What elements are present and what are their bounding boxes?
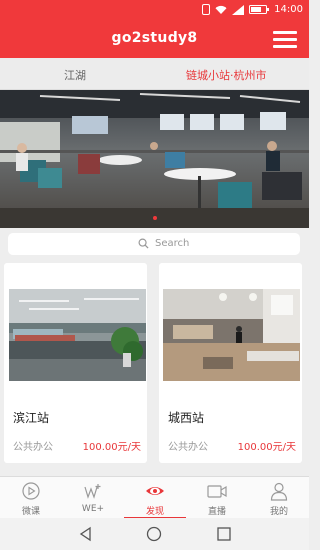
person-icon xyxy=(270,482,288,501)
space-price: 100.00元/天 xyxy=(237,442,296,453)
home-icon[interactable] xyxy=(146,526,162,542)
play-circle-icon xyxy=(22,482,40,500)
location-bar: 江湖 链城小站·杭州市 xyxy=(0,58,309,90)
space-type: 公共办公 xyxy=(168,442,208,453)
tab-label: 我的 xyxy=(269,507,288,517)
camera-icon xyxy=(207,485,227,498)
tab-discover[interactable]: 发现 xyxy=(124,477,186,519)
status-time: 14:00 xyxy=(274,4,303,15)
wifi-icon xyxy=(215,5,227,14)
search-input[interactable]: Search xyxy=(8,233,300,255)
space-name: 城西站 xyxy=(168,411,205,425)
tab-label: 发现 xyxy=(145,507,164,517)
search-placeholder: Search xyxy=(155,238,190,249)
carousel-indicator xyxy=(0,216,309,220)
app-header: go2study8 xyxy=(0,20,309,58)
tab-we-plus[interactable]: WE+ xyxy=(62,477,124,519)
banner-carousel[interactable] xyxy=(0,90,309,228)
recents-icon[interactable] xyxy=(216,526,232,542)
city-selector[interactable]: 江湖 xyxy=(64,67,86,83)
space-card[interactable]: 城西站 公共办公 100.00元/天 xyxy=(159,263,302,463)
station-selector[interactable]: 链城小站·杭州市 xyxy=(186,67,267,83)
we-plus-icon xyxy=(84,484,101,499)
tab-live[interactable]: 直播 xyxy=(186,477,248,519)
banner-image xyxy=(0,90,309,228)
bottom-tab-bar: 微课 WE+ 发现 直播 我的 xyxy=(0,476,310,519)
space-photo xyxy=(9,289,146,381)
tab-label: 微课 xyxy=(21,507,40,517)
tab-weike[interactable]: 微课 xyxy=(0,477,62,519)
tab-mine[interactable]: 我的 xyxy=(248,477,310,519)
space-card[interactable]: 滨江站 公共办公 100.00元/天 xyxy=(4,263,147,463)
system-nav-bar xyxy=(0,518,309,550)
search-icon xyxy=(138,238,149,249)
signal-icon xyxy=(232,4,245,15)
vibrate-icon xyxy=(202,4,211,15)
back-icon[interactable] xyxy=(78,526,94,542)
space-photo xyxy=(163,289,300,381)
eye-icon xyxy=(146,487,164,495)
space-name: 滨江站 xyxy=(13,411,50,425)
carousel-dot[interactable] xyxy=(152,216,157,220)
tab-label: 直播 xyxy=(207,507,226,517)
space-list: 滨江站 公共办公 100.00元/天 城西站 公共办公 100.00元/天 xyxy=(0,263,309,475)
space-price: 100.00元/天 xyxy=(82,442,141,453)
tab-label: WE+ xyxy=(81,504,105,514)
battery-icon xyxy=(249,5,270,14)
status-bar: 14:00 xyxy=(0,0,309,20)
hamburger-menu-icon[interactable] xyxy=(273,31,297,48)
space-type: 公共办公 xyxy=(13,442,53,453)
app-title: go2study8 xyxy=(111,30,198,46)
